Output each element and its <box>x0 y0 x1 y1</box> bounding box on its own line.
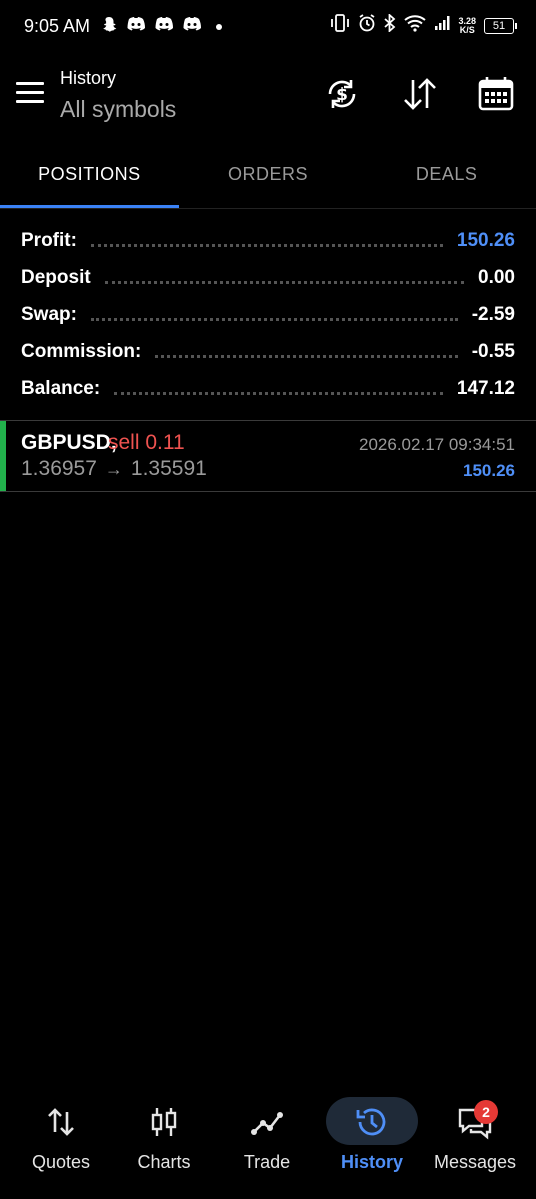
signal-icon <box>434 15 450 36</box>
summary-value: 147.12 <box>456 377 515 399</box>
summary-value: 150.26 <box>456 229 515 251</box>
symbol-filter[interactable]: All symbols <box>60 96 176 123</box>
position-time: 2026.02.17 09:34:51 <box>359 435 515 454</box>
hamburger-line <box>16 91 44 94</box>
nav-history[interactable]: History <box>322 1090 422 1190</box>
nav-label: History <box>340 1152 403 1172</box>
summary-value: -2.59 <box>471 303 515 325</box>
close-price: 1.35591 <box>130 457 207 480</box>
position-profit: 150.26 <box>463 461 515 480</box>
candles-icon <box>151 1108 177 1136</box>
battery-level: 51 <box>492 19 506 32</box>
tab-deals[interactable]: DEALS <box>357 150 536 208</box>
nav-label: Messages <box>433 1152 517 1172</box>
tab-positions[interactable]: POSITIONS <box>0 150 179 208</box>
nav-quotes[interactable]: Quotes <box>11 1090 111 1190</box>
hamburger-line <box>16 100 44 103</box>
summary-label: Commission: <box>21 340 142 362</box>
summary-value: 0.00 <box>478 266 515 288</box>
messages-badge: 2 <box>474 1100 498 1124</box>
dotted-leader <box>114 390 443 395</box>
nav-label: Quotes <box>31 1152 91 1172</box>
summary-row-deposit: Deposit 0.00 <box>0 259 536 296</box>
hamburger-line <box>16 82 44 85</box>
position-list-item[interactable]: GBPUSD, sell 0.11 1.36957 → 1.35591 2026.0… <box>0 420 536 492</box>
sort-icon <box>404 78 436 110</box>
system-icons: 3.28 K/S 51 <box>330 12 517 37</box>
nav-trade[interactable]: Trade <box>217 1090 317 1190</box>
discord-icon <box>182 16 202 37</box>
dotted-leader <box>104 279 465 284</box>
status-time: 9:05 AM <box>24 16 91 36</box>
price-arrow-icon: → <box>104 459 123 479</box>
summary-label: Deposit <box>21 266 91 288</box>
summary-row-balance: Balance: 147.12 <box>0 370 536 407</box>
vibrate-icon <box>330 14 350 37</box>
nav-label: Trade <box>243 1152 291 1172</box>
network-speed-unit: K/S <box>459 24 475 35</box>
summary-row-swap: Swap: -2.59 <box>0 296 536 333</box>
dotted-leader <box>90 242 443 247</box>
wifi-icon <box>404 14 427 37</box>
menu-button[interactable] <box>14 82 46 112</box>
currency-exchange-button[interactable]: $ <box>322 74 362 114</box>
summary-value: -0.55 <box>471 340 515 362</box>
status-bar: 9:05 AM 3.28 K/S 51 <box>0 0 536 54</box>
dotted-leader <box>155 353 458 358</box>
nav-charts[interactable]: Charts <box>114 1090 214 1190</box>
history-icon <box>356 1108 386 1136</box>
summary-label: Balance: <box>21 377 101 399</box>
position-side-volume: sell 0.11 <box>108 431 185 454</box>
discord-icon <box>126 16 146 37</box>
battery-icon: 51 <box>484 17 517 34</box>
summary-panel: Profit: 150.26 Deposit 0.00 Swap: -2.59 … <box>0 222 536 407</box>
position-status-bar <box>0 421 6 491</box>
open-price: 1.36957 <box>21 457 97 480</box>
app-header: History All symbols $ <box>0 60 536 140</box>
summary-row-commission: Commission: -0.55 <box>0 333 536 370</box>
more-notifications-dot-icon <box>216 23 222 30</box>
network-speed: 3.28 K/S <box>458 16 476 35</box>
summary-row-profit: Profit: 150.26 <box>0 222 536 259</box>
tabs-divider <box>0 208 536 209</box>
nav-label: Charts <box>137 1152 191 1172</box>
bluetooth-icon <box>384 12 396 37</box>
notification-icons <box>100 15 222 38</box>
position-prices: 1.36957 → 1.35591 <box>21 457 207 481</box>
currency-exchange-icon: $ <box>328 80 356 108</box>
calendar-icon <box>478 77 514 111</box>
summary-label: Profit: <box>21 229 77 251</box>
sort-button[interactable] <box>400 74 440 114</box>
tab-orders[interactable]: ORDERS <box>179 150 358 208</box>
trade-icon <box>251 1112 283 1135</box>
bottom-navigation: Quotes Charts Trade History Messages <box>0 1090 536 1190</box>
summary-label: Swap: <box>21 303 77 325</box>
dotted-leader <box>90 316 458 321</box>
page-title: History <box>60 68 117 88</box>
quotes-icon <box>48 1108 74 1136</box>
snapchat-icon <box>100 15 118 38</box>
discord-icon <box>154 16 174 37</box>
alarm-icon <box>358 14 376 37</box>
calendar-button[interactable] <box>476 74 516 114</box>
history-tabs: POSITIONS ORDERS DEALS <box>0 150 536 208</box>
position-symbol: GBPUSD, <box>21 431 117 454</box>
svg-text:$: $ <box>336 85 348 105</box>
